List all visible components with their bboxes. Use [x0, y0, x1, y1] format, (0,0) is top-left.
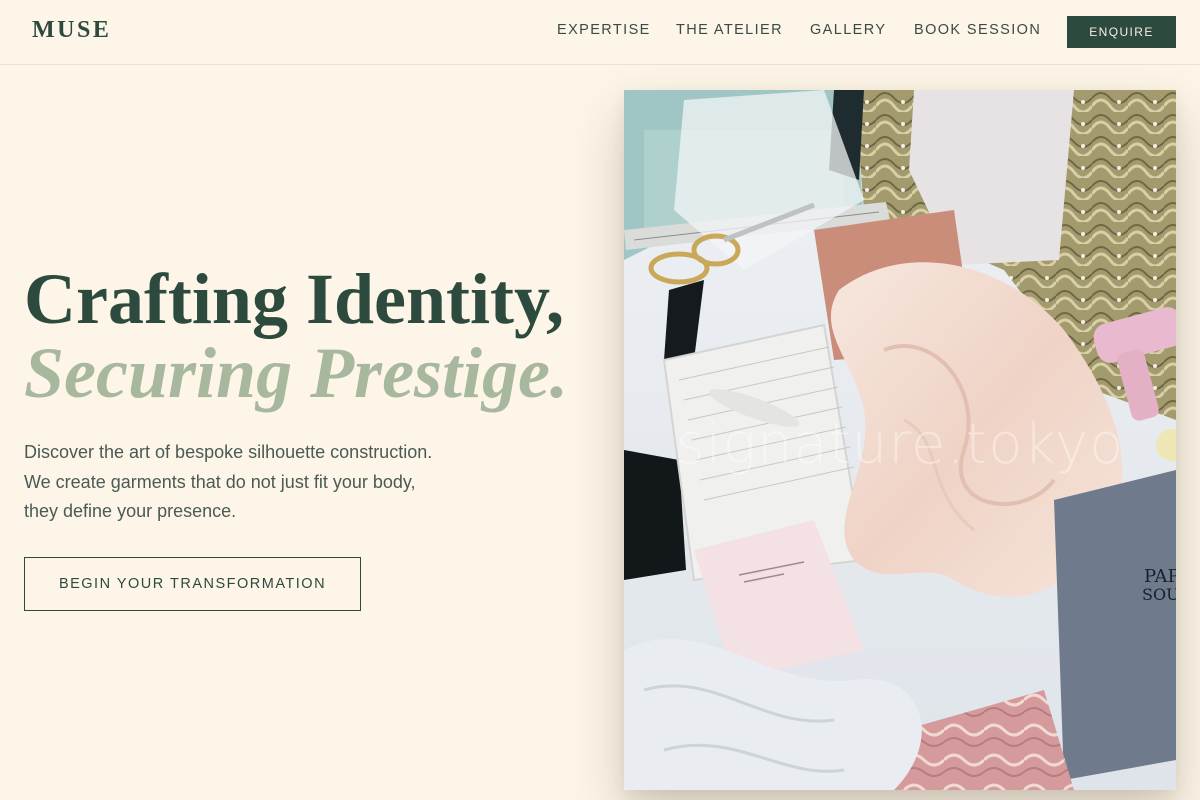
headline-line-2: Securing Prestige.: [24, 333, 569, 413]
main-nav: EXPERTISE THE ATELIER GALLERY BOOK SESSI…: [0, 22, 1200, 42]
headline-line-1: Crafting Identity,: [24, 259, 564, 339]
hero-headline: Crafting Identity, Securing Prestige.: [24, 262, 614, 410]
nav-link-gallery[interactable]: GALLERY: [810, 22, 886, 38]
site-header: MUSE EXPERTISE THE ATELIER GALLERY BOOK …: [0, 0, 1200, 65]
nav-link-expertise[interactable]: EXPERTISE: [557, 22, 651, 38]
image-watermark: signature.tokyo: [675, 412, 1125, 477]
hero-description: Discover the art of bespoke silhouette c…: [24, 438, 494, 527]
hero-image: PAP SOUR signature.tokyo: [624, 90, 1176, 790]
enquire-button[interactable]: ENQUIRE: [1067, 16, 1176, 48]
svg-text:SOUR: SOUR: [1142, 585, 1176, 604]
description-line: Discover the art of bespoke silhouette c…: [24, 442, 433, 462]
description-line: they define your presence.: [24, 501, 237, 521]
nav-link-book-session[interactable]: BOOK SESSION: [914, 22, 1041, 38]
nav-link-atelier[interactable]: THE ATELIER: [676, 22, 783, 38]
description-line: We create garments that do not just fit …: [24, 471, 416, 492]
svg-text:PAP: PAP: [1144, 566, 1176, 587]
begin-transformation-button[interactable]: BEGIN YOUR TRANSFORMATION: [24, 557, 361, 611]
